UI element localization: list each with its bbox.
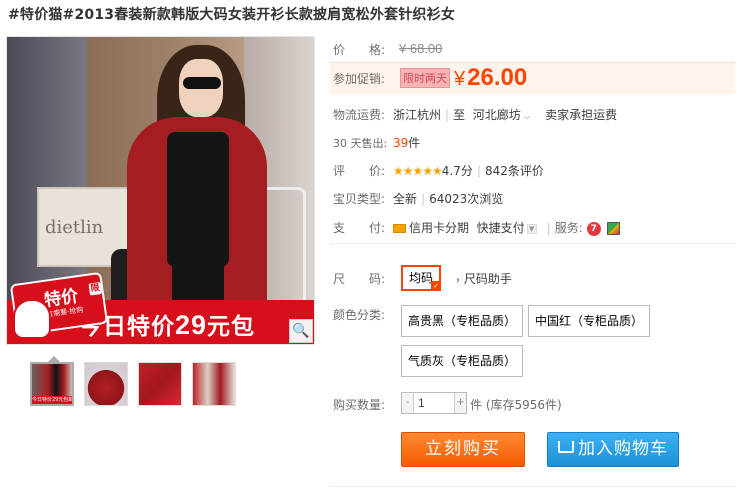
- section-divider: [330, 243, 735, 244]
- color-option-red[interactable]: 中国红（专柜品质）: [528, 305, 651, 337]
- color-option-black[interactable]: 高贵黑（专柜品质）: [401, 305, 524, 337]
- product-title: #特价猫#2013春装新款韩版大码女装开衫长款披肩宽松外套针织衫女: [8, 7, 456, 23]
- size-row: 尺 码:: [333, 270, 385, 287]
- shipping-row: 物流运费: 浙江杭州 | 至 河北廊坊 ⌵ 卖家承担运费: [333, 106, 617, 123]
- type-value: 全新: [393, 192, 418, 206]
- promo-price-row: 参加促销: 限时两天 ¥26.00: [330, 62, 735, 94]
- sales-count: 39: [393, 136, 409, 150]
- thumb-mini-banner: 今日特价29元包邮: [32, 396, 74, 404]
- cart-icon: [558, 441, 574, 453]
- current-price-value: 26.00: [467, 64, 528, 91]
- stock-info: 件 (库存5956件): [470, 398, 562, 412]
- view-count: 64023次浏览: [429, 192, 504, 206]
- quantity-minus-button[interactable]: -: [402, 393, 414, 413]
- thumbnail-1[interactable]: 今日特价29元包邮: [30, 362, 74, 406]
- divider: |: [445, 108, 450, 122]
- size-option-text: 均码: [408, 271, 433, 285]
- chevron-down-icon[interactable]: ⌵: [524, 112, 530, 121]
- limited-time-tag: 限时两天: [400, 68, 450, 88]
- service-label: 服务:: [554, 221, 583, 235]
- bottom-divider: [330, 486, 735, 487]
- fist-icon: [13, 299, 51, 339]
- divider: |: [421, 192, 426, 206]
- rating-row: 评 价: ★★★★★4.7分 | 842条评价: [333, 162, 544, 179]
- ship-from: 浙江杭州: [393, 108, 442, 122]
- seven-day-return-icon[interactable]: 7: [586, 221, 601, 236]
- quantity-label: 购买数量:: [333, 398, 386, 412]
- store-sign-text: dietlin: [45, 217, 104, 238]
- rating-stars-icon: ★★★★★: [393, 164, 443, 178]
- credit-installment[interactable]: 信用卡分期: [409, 221, 469, 235]
- payment-label: 支 付:: [333, 221, 386, 235]
- divider: |: [476, 164, 481, 178]
- badge-small-text: 限: [88, 282, 103, 296]
- guarantee-icon[interactable]: [606, 222, 620, 235]
- quantity-row: 购买数量:: [333, 396, 385, 413]
- sales-row: 30 天售出: 39件: [333, 134, 420, 151]
- add-to-cart-label: 加入购物车: [578, 439, 668, 459]
- current-price: ¥26.00: [454, 64, 527, 92]
- sunglasses: [183, 77, 221, 89]
- thumbnail-2[interactable]: [84, 362, 128, 406]
- promo-suffix: 元包: [207, 314, 256, 340]
- magnifier-icon[interactable]: 🔍: [289, 319, 313, 343]
- type-row: 宝贝类型: 全新 | 64023次浏览: [333, 190, 503, 207]
- size-label: 尺 码:: [333, 272, 386, 286]
- sales-label: 30 天售出:: [333, 137, 388, 150]
- rating-score: 4.7分: [441, 164, 473, 178]
- add-to-cart-button[interactable]: 加入购物车: [547, 432, 679, 467]
- promo-number: 29: [175, 310, 208, 340]
- thumbnail-strip: 今日特价29元包邮: [30, 362, 236, 406]
- currency-symbol: ¥: [454, 68, 466, 90]
- ship-to-word: 至: [453, 108, 466, 122]
- quantity-plus-button[interactable]: +: [454, 393, 466, 413]
- price-label: 价 格:: [333, 43, 386, 57]
- shipping-label: 物流运费:: [333, 108, 386, 122]
- review-count[interactable]: 842条评价: [485, 164, 544, 178]
- chevron-down-icon[interactable]: ▼: [526, 223, 537, 234]
- size-helper-text: 尺码助手: [463, 272, 512, 286]
- ship-to-location[interactable]: 河北廊坊: [473, 108, 521, 122]
- thumbnail-3[interactable]: [138, 362, 182, 406]
- quick-pay[interactable]: 快捷支付: [477, 221, 525, 235]
- original-price: ¥ 68.00: [399, 41, 443, 56]
- color-option-gray[interactable]: 气质灰（专柜品质）: [401, 345, 524, 377]
- promo-label: 参加促销:: [333, 72, 386, 86]
- sales-unit: 件: [408, 136, 421, 150]
- color-row: 颜色分类:: [333, 306, 385, 323]
- thumbnail-4[interactable]: [192, 362, 236, 406]
- size-option-free[interactable]: 均码 ✓: [401, 265, 441, 291]
- payment-row: 支 付: 信用卡分期 快捷支付 ▼ | 服务: 7: [333, 219, 620, 236]
- main-product-image[interactable]: dietlin 今日特价29元包 特价 限 有需要·抢购 🔍: [6, 36, 315, 345]
- credit-card-icon: [393, 224, 406, 233]
- black-top: [167, 132, 229, 267]
- buy-now-button[interactable]: 立刻购买: [401, 432, 525, 467]
- divider: |: [546, 221, 551, 235]
- checkmark-icon: ✓: [431, 281, 441, 291]
- price-row: 价 格:: [333, 41, 385, 58]
- quantity-stepper[interactable]: - +: [401, 392, 467, 414]
- color-label: 颜色分类:: [333, 308, 386, 322]
- size-helper-link[interactable]: › 尺码助手: [456, 270, 512, 287]
- chevron-right-icon: ›: [456, 275, 460, 286]
- quantity-input[interactable]: [414, 393, 454, 413]
- rating-label: 评 价:: [333, 164, 386, 178]
- shipping-fee: 卖家承担运费: [545, 108, 618, 122]
- type-label: 宝贝类型:: [333, 192, 386, 206]
